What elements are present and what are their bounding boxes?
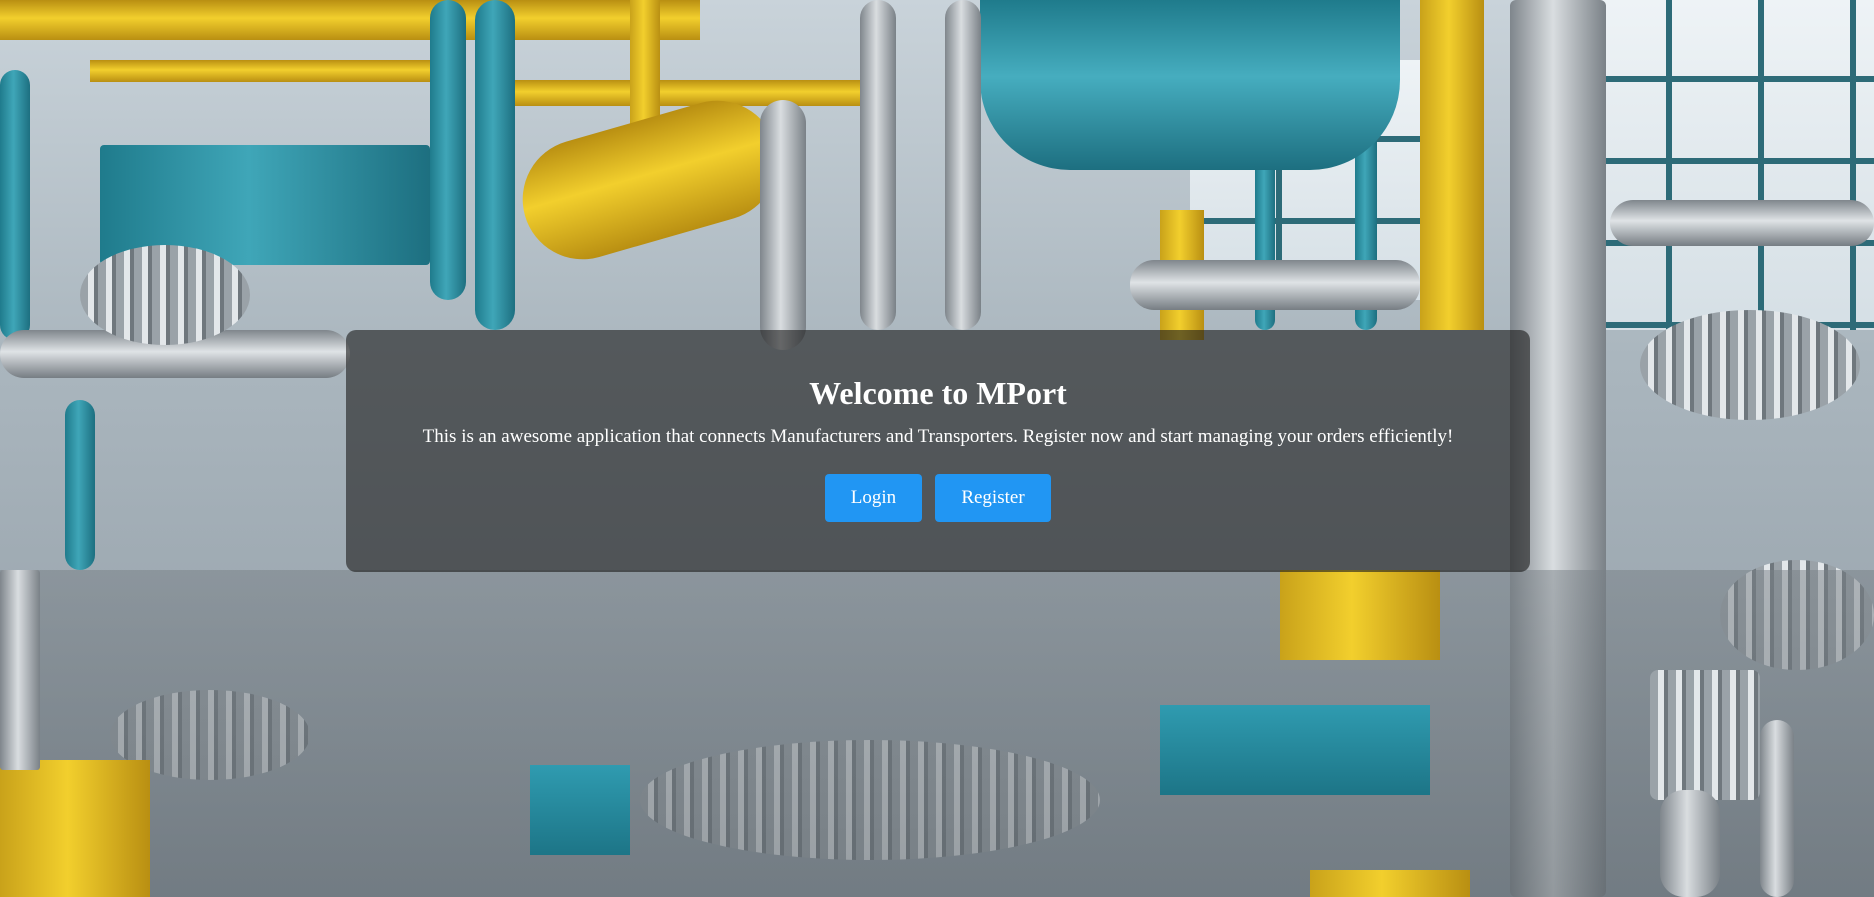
yellow-machine [1280,570,1440,660]
grey-panel [0,570,40,770]
grey-pipe [1130,260,1420,310]
register-button[interactable]: Register [935,474,1051,522]
grey-pipe [1610,200,1874,246]
grey-pipe [945,0,981,330]
yellow-column [1420,0,1484,330]
teal-box [530,765,630,855]
yellow-frame [500,80,860,106]
grey-pipe [1760,720,1794,897]
action-buttons: Login Register [346,474,1530,522]
login-button[interactable]: Login [825,474,922,522]
grey-pipe [760,100,806,350]
coil [80,245,250,345]
grey-pipe [1660,790,1720,897]
yellow-frame [1310,870,1470,897]
yellow-frame [0,760,150,897]
page-title: Welcome to MPort [809,375,1067,411]
teal-box [1160,705,1430,795]
tank [1650,670,1760,800]
teal-pipe [65,400,95,570]
teal-duct [980,0,1400,170]
factory-window [1580,0,1874,330]
teal-pipe [430,0,466,300]
page-subtitle: This is an awesome application that conn… [422,426,1454,447]
machinery-floor [0,570,1874,897]
coil [1640,310,1860,420]
yellow-frame [90,60,450,82]
teal-pipe [0,70,30,340]
welcome-card: Welcome to MPort This is an awesome appl… [346,330,1530,572]
yellow-frame [0,0,700,40]
grey-pipe [860,0,896,330]
teal-pipe [475,0,515,330]
